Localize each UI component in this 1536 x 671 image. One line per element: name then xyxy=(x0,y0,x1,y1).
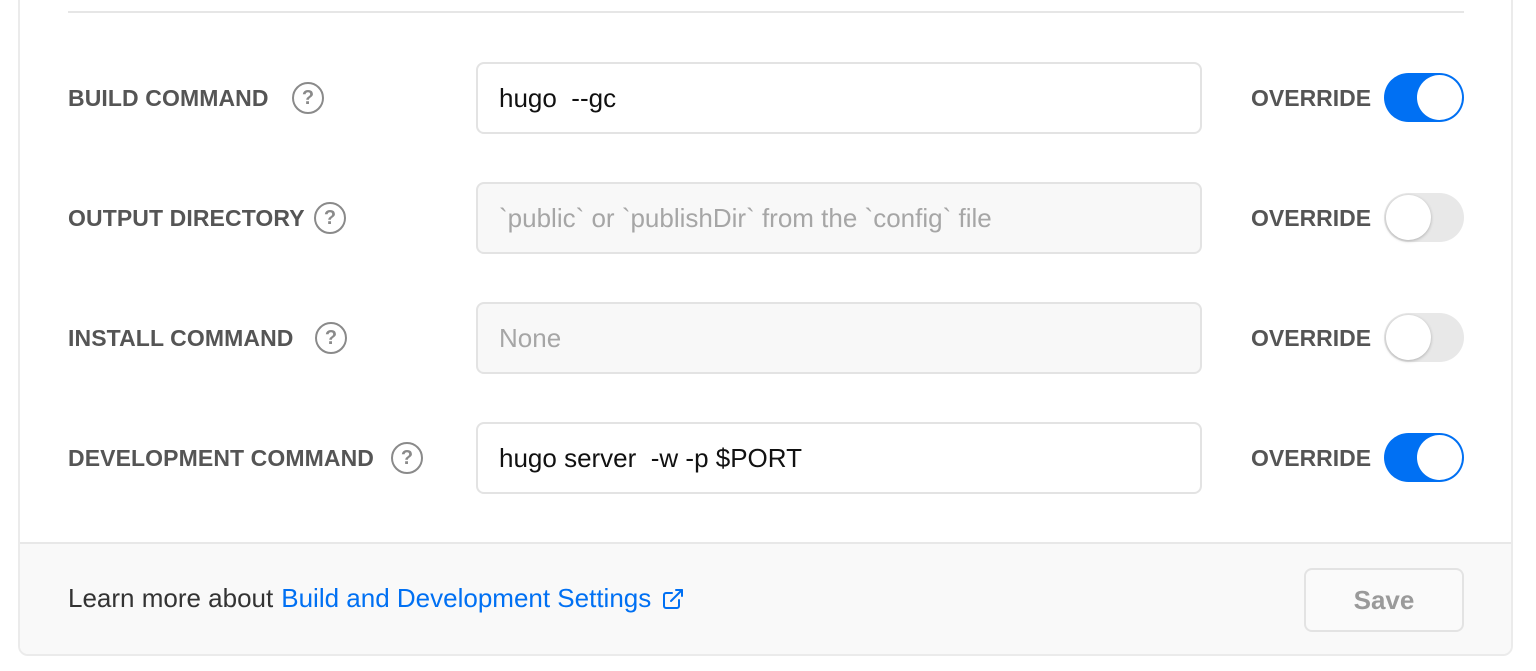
build-command-label: BUILD COMMAND xyxy=(68,84,269,111)
development-command-label: DEVELOPMENT COMMAND xyxy=(68,444,375,471)
setting-row-build-command: BUILD COMMAND ? hugo --gc OVERRIDE xyxy=(20,62,1511,134)
question-circle-icon[interactable]: ? xyxy=(292,82,324,114)
footer-prefix-text: Learn more about xyxy=(68,583,274,613)
development-command-override-toggle[interactable] xyxy=(1384,433,1464,482)
build-command-override-label: OVERRIDE xyxy=(1251,84,1372,111)
install-command-input[interactable]: None xyxy=(476,302,1202,374)
output-directory-override-toggle[interactable] xyxy=(1384,193,1464,242)
setting-row-install-command: INSTALL COMMAND ? None OVERRIDE xyxy=(20,302,1511,374)
question-circle-icon[interactable]: ? xyxy=(314,202,346,234)
footer-learn-more: Learn more about Build and Development S… xyxy=(68,583,685,614)
build-command-override-toggle[interactable] xyxy=(1384,73,1464,122)
question-circle-icon[interactable]: ? xyxy=(391,442,423,474)
output-directory-override-label: OVERRIDE xyxy=(1251,204,1372,231)
toggle-knob xyxy=(1386,195,1431,240)
card-footer: Learn more about Build and Development S… xyxy=(20,542,1511,654)
development-command-input[interactable]: hugo server -w -p $PORT xyxy=(476,422,1202,494)
development-command-override-label: OVERRIDE xyxy=(1251,444,1372,471)
development-command-value: hugo server -w -p $PORT xyxy=(499,442,802,473)
output-directory-input[interactable]: `public` or `publishDir` from the `confi… xyxy=(476,182,1202,254)
toggle-knob xyxy=(1386,315,1431,360)
setting-row-development-command: DEVELOPMENT COMMAND ? hugo server -w -p … xyxy=(20,422,1511,494)
build-command-input[interactable]: hugo --gc xyxy=(476,62,1202,134)
install-command-label: INSTALL COMMAND xyxy=(68,324,294,351)
section-divider xyxy=(68,11,1464,13)
toggle-knob xyxy=(1417,435,1462,480)
build-settings-docs-link[interactable]: Build and Development Settings xyxy=(281,583,651,614)
install-command-placeholder: None xyxy=(499,322,562,353)
external-link-icon[interactable] xyxy=(661,587,685,611)
build-command-value: hugo --gc xyxy=(499,82,617,113)
question-circle-icon[interactable]: ? xyxy=(315,322,347,354)
setting-row-output-directory: OUTPUT DIRECTORY ? `public` or `publishD… xyxy=(20,182,1511,254)
output-directory-label: OUTPUT DIRECTORY xyxy=(68,204,305,231)
toggle-knob xyxy=(1417,75,1462,120)
install-command-override-toggle[interactable] xyxy=(1384,313,1464,362)
output-directory-placeholder: `public` or `publishDir` from the `confi… xyxy=(499,202,992,233)
save-button[interactable]: Save xyxy=(1304,568,1464,632)
build-settings-card: BUILD COMMAND ? hugo --gc OVERRIDE OUTPU… xyxy=(18,0,1513,656)
install-command-override-label: OVERRIDE xyxy=(1251,324,1372,351)
